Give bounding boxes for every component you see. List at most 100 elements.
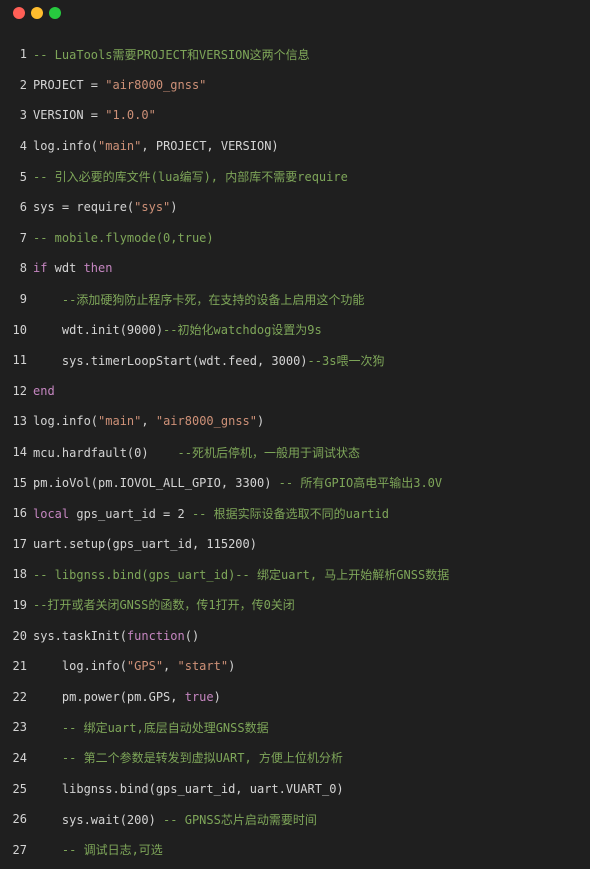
code-text: local gps_uart_id = 2 -- 根据实际设备选取不同的uart…: [33, 505, 590, 522]
code-token-comment: -- LuaTools需要PROJECT和VERSION这两个信息: [33, 47, 310, 62]
code-text: sys = require("sys"): [33, 200, 590, 214]
code-token-plain: mcu.hardfault(0): [33, 445, 178, 460]
code-line: 7 -- mobile.flymode(0,true): [0, 223, 590, 254]
code-text: libgnss.bind(gps_uart_id, uart.VUART_0): [33, 782, 590, 796]
code-window: 1 -- LuaTools需要PROJECT和VERSION这两个信息 2 PROJE…: [0, 0, 590, 869]
line-number: 22: [12, 689, 27, 704]
code-token-keyword: if: [33, 261, 48, 276]
code-text: -- 引入必要的库文件(lua编写), 内部库不需要require: [33, 168, 590, 185]
line-number: 12: [12, 383, 27, 398]
code-token-plain: libgnss.bind(gps_uart_id, uart.VUART_0): [33, 781, 344, 796]
line-number: 1: [19, 47, 27, 62]
line-number: 3: [19, 108, 27, 123]
code-token-keyword: then: [83, 261, 113, 276]
code-line: 22 pm.power(pm.GPS, true): [0, 681, 590, 712]
code-token-plain: log.info(: [33, 414, 99, 429]
code-text: -- 调试日志,可选: [33, 841, 590, 858]
code-token-plain: sys.taskInit(: [33, 628, 127, 643]
code-line: 4 log.info("main", PROJECT, VERSION): [0, 131, 590, 162]
code-token-plain: log.info(: [33, 139, 99, 154]
code-text: if wdt then: [33, 261, 590, 275]
code-text: --添加硬狗防止程序卡死，在支持的设备上启用这个功能: [33, 291, 590, 308]
code-line: 5 -- 引入必要的库文件(lua编写), 内部库不需要require: [0, 161, 590, 192]
code-token-comment: -- GPNSS芯片启动需要时间: [163, 812, 317, 827]
code-token-plain: wdt.init(9000): [33, 323, 164, 338]
code-line: 8 if wdt then: [0, 253, 590, 284]
line-number: 20: [12, 628, 27, 643]
window-titlebar: [0, 0, 590, 26]
line-number: 13: [12, 414, 27, 429]
code-token-comment: --死机后停机，一般用于调试状态: [177, 445, 360, 460]
code-token-comment: -- 调试日志,可选: [61, 843, 163, 858]
code-line: 11 sys.timerLoopStart(wdt.feed, 3000)--3…: [0, 345, 590, 376]
code-text: -- LuaTools需要PROJECT和VERSION这两个信息: [33, 46, 590, 63]
code-text: sys.timerLoopStart(wdt.feed, 3000)--3s喂一…: [33, 352, 590, 369]
line-number: 23: [12, 720, 27, 735]
code-token-string: "start": [177, 659, 229, 674]
code-token-plain: sys.wait(200): [33, 812, 164, 827]
code-line: 14 mcu.hardfault(0) --死机后停机，一般用于调试状态: [0, 437, 590, 468]
code-token-plain: ,: [141, 414, 156, 429]
code-line: 21 log.info("GPS", "start"): [0, 651, 590, 682]
code-token-string: "air8000_gnss": [105, 77, 207, 92]
code-token-plain: pm.power(pm.GPS,: [33, 689, 185, 704]
code-token-plain: log.info(: [33, 659, 127, 674]
code-line: 19 --打开或者关闭GNSS的函数，传1打开，传0关闭: [0, 590, 590, 621]
code-token-plain: VERSION =: [33, 108, 106, 123]
code-line: 1 -- LuaTools需要PROJECT和VERSION这两个信息: [0, 39, 590, 70]
code-text: -- libgnss.bind(gps_uart_id)-- 绑定uart, 马…: [33, 566, 590, 583]
code-token-comment: --初始化watchdog设置为9s: [163, 323, 322, 338]
code-line: 24 -- 第二个参数是转发到虚拟UART, 方便上位机分析: [0, 743, 590, 774]
close-button[interactable]: [13, 7, 25, 19]
code-text: PROJECT = "air8000_gnss": [33, 78, 590, 92]
line-number: 7: [19, 230, 27, 245]
code-token-comment: --打开或者关闭GNSS的函数，传1打开，传0关闭: [33, 598, 295, 613]
code-token-plain: sys.timerLoopStart(wdt.feed, 3000): [33, 353, 308, 368]
code-text: log.info("GPS", "start"): [33, 659, 590, 673]
code-token-plain: (): [184, 628, 200, 643]
code-token-comment: -- 根据实际设备选取不同的uartid: [191, 506, 389, 521]
code-token-keyword: true: [184, 689, 214, 704]
code-line: 2 PROJECT = "air8000_gnss": [0, 70, 590, 101]
code-token-string: "main": [98, 139, 142, 154]
minimize-button[interactable]: [31, 7, 43, 19]
code-line: 26 sys.wait(200) -- GPNSS芯片启动需要时间: [0, 804, 590, 835]
code-token-comment: -- 绑定uart,底层自动处理GNSS数据: [61, 720, 269, 735]
code-text: sys.wait(200) -- GPNSS芯片启动需要时间: [33, 811, 590, 828]
code-token-plain: ): [213, 689, 221, 704]
line-number: 16: [12, 506, 27, 521]
code-line: 18 -- libgnss.bind(gps_uart_id)-- 绑定uart,…: [0, 559, 590, 590]
code-token-comment: --3s喂一次狗: [307, 353, 385, 368]
line-number: 5: [19, 169, 27, 184]
line-number: 18: [12, 567, 27, 582]
line-number: 25: [12, 781, 27, 796]
code-text: --打开或者关闭GNSS的函数，传1打开，传0关闭: [33, 596, 590, 613]
code-text: mcu.hardfault(0) --死机后停机，一般用于调试状态: [33, 444, 590, 461]
code-text: -- mobile.flymode(0,true): [33, 231, 590, 245]
code-line: 17 uart.setup(gps_uart_id, 115200): [0, 529, 590, 560]
code-text: -- 第二个参数是转发到虚拟UART, 方便上位机分析: [33, 749, 590, 766]
code-token-plain: ,: [163, 659, 178, 674]
code-text: VERSION = "1.0.0": [33, 108, 590, 122]
code-token-plain: ): [257, 414, 265, 429]
code-token-string: "1.0.0": [105, 108, 156, 123]
code-token-comment: -- libgnss.bind(gps_uart_id)-- 绑定uart, 马…: [33, 567, 450, 582]
line-number: 27: [12, 842, 27, 857]
line-number: 21: [12, 659, 27, 674]
code-token-comment: -- 第二个参数是转发到虚拟UART, 方便上位机分析: [61, 751, 343, 766]
code-block: 1 -- LuaTools需要PROJECT和VERSION这两个信息 2 PROJE…: [0, 39, 590, 865]
line-number: 14: [12, 445, 27, 460]
code-token-string: "GPS": [126, 659, 164, 674]
code-token-plain: , PROJECT, VERSION): [141, 139, 279, 154]
code-text: -- 绑定uart,底层自动处理GNSS数据: [33, 719, 590, 736]
code-token-comment: -- 引入必要的库文件(lua编写), 内部库不需要require: [33, 170, 348, 185]
code-line: 10 wdt.init(9000)--初始化watchdog设置为9s: [0, 314, 590, 345]
code-token-plain: ): [170, 200, 178, 215]
code-token-plain: gps_uart_id = 2: [69, 506, 192, 521]
maximize-button[interactable]: [49, 7, 61, 19]
line-number: 11: [12, 353, 27, 368]
code-token-string: "air8000_gnss": [155, 414, 257, 429]
